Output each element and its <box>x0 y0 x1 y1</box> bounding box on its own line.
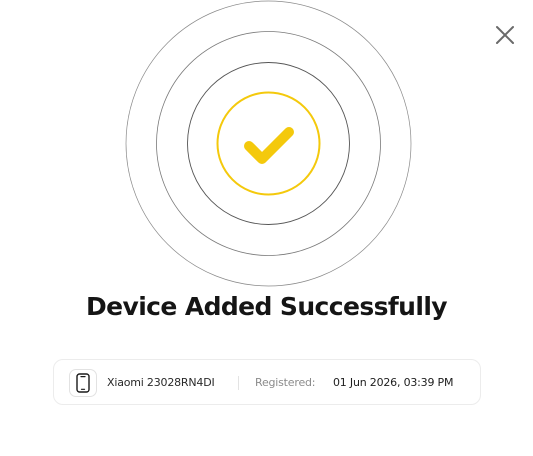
close-button[interactable] <box>491 21 519 49</box>
registered-timestamp: 01 Jun 2026, 03:39 PM <box>333 376 454 389</box>
success-circle <box>216 91 321 196</box>
success-illustration <box>125 0 413 288</box>
dialog-title: Device Added Successfully <box>85 292 448 321</box>
close-icon <box>496 26 514 44</box>
success-dialog: Device Added Successfully Xiaomi 23028RN… <box>0 0 533 456</box>
device-name: Xiaomi 23028RN4DI <box>107 376 215 389</box>
divider <box>238 376 239 390</box>
device-info-card: Xiaomi 23028RN4DI Registered: 01 Jun 202… <box>53 359 481 405</box>
registered-label: Registered: <box>255 376 316 389</box>
smartphone-icon <box>76 373 90 393</box>
device-icon-container <box>69 369 97 397</box>
